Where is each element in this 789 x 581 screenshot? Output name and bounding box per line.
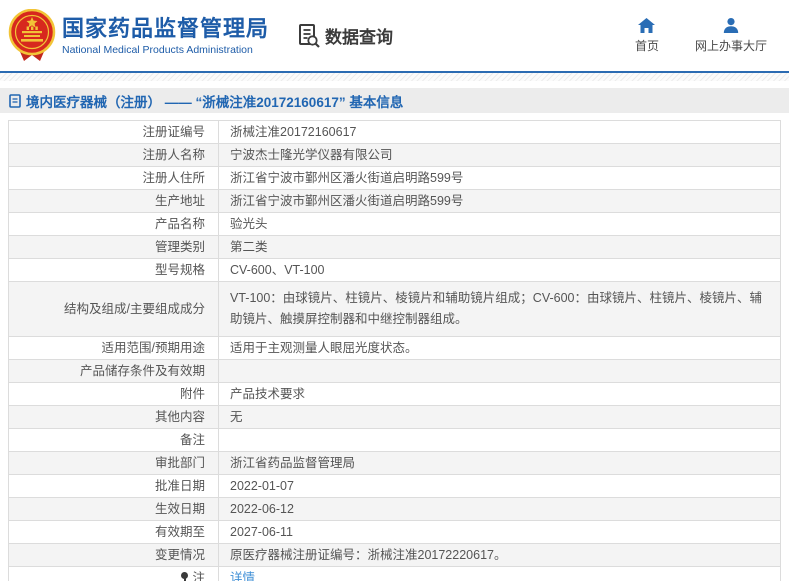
row-value: 宁波杰士隆光学仪器有限公司	[219, 144, 781, 167]
row-label: 附件	[9, 383, 219, 406]
home-icon	[638, 18, 655, 33]
national-emblem-icon	[8, 9, 56, 63]
row-label: 其他内容	[9, 406, 219, 429]
row-label: 型号规格	[9, 259, 219, 282]
site-title: 国家药品监督管理局	[62, 16, 269, 42]
table-row: 其他内容 无	[9, 406, 781, 429]
data-query-label: 数据查询	[325, 23, 393, 48]
table-row: 生效日期 2022-06-12	[9, 498, 781, 521]
table-row: 注册人住所 浙江省宁波市鄞州区潘火街道启明路599号	[9, 167, 781, 190]
page-title: 境内医疗器械（注册） —— “浙械注准20172160617” 基本信息	[26, 91, 403, 111]
row-value: 原医疗器械注册证编号：浙械注准20172220617。	[219, 544, 781, 567]
table-row: 注册人名称 宁波杰士隆光学仪器有限公司	[9, 144, 781, 167]
row-value: 浙江省宁波市鄞州区潘火街道启明路599号	[219, 190, 781, 213]
nav-item-home[interactable]: 首页	[625, 18, 669, 54]
data-query-section[interactable]: 数据查询	[297, 23, 393, 49]
row-value: 适用于主观测量人眼屈光度状态。	[219, 337, 781, 360]
row-value: 2027-06-11	[219, 521, 781, 544]
row-label: 产品储存条件及有效期	[9, 360, 219, 383]
registration-info-table: 注册证编号 浙械注准20172160617 注册人名称 宁波杰士隆光学仪器有限公…	[8, 120, 781, 581]
row-label: 批准日期	[9, 475, 219, 498]
table-row: 备注	[9, 429, 781, 452]
row-value: 产品技术要求	[219, 383, 781, 406]
row-label: 注册人住所	[9, 167, 219, 190]
site-header: 国家药品监督管理局 National Medical Products Admi…	[0, 0, 789, 73]
row-value: VT-100：由球镜片、柱镜片、棱镜片和辅助镜片组成；CV-600：由球镜片、柱…	[219, 282, 781, 337]
row-value: 浙江省宁波市鄞州区潘火街道启明路599号	[219, 167, 781, 190]
note-pin-icon	[181, 572, 189, 581]
row-value	[219, 360, 781, 383]
person-icon	[723, 18, 739, 33]
row-value: 详情	[219, 567, 781, 581]
table-row: 注册证编号 浙械注准20172160617	[9, 121, 781, 144]
document-search-icon	[297, 23, 321, 49]
table-row: 附件 产品技术要求	[9, 383, 781, 406]
header-hatch-band	[0, 73, 789, 81]
row-label: 结构及组成/主要组成成分	[9, 282, 219, 337]
breadcrumb: 境内医疗器械（注册） —— “浙械注准20172160617” 基本信息	[0, 88, 789, 113]
row-label: 生效日期	[9, 498, 219, 521]
row-value: 2022-01-07	[219, 475, 781, 498]
site-title-block: 国家药品监督管理局 National Medical Products Admi…	[62, 16, 269, 56]
table-row: 适用范围/预期用途 适用于主观测量人眼屈光度状态。	[9, 337, 781, 360]
row-label: 变更情况	[9, 544, 219, 567]
row-label: 生产地址	[9, 190, 219, 213]
row-value: 浙江省药品监督管理局	[219, 452, 781, 475]
row-label: 适用范围/预期用途	[9, 337, 219, 360]
table-row: 有效期至 2027-06-11	[9, 521, 781, 544]
nmpa-logo[interactable]: 国家药品监督管理局 National Medical Products Admi…	[8, 9, 269, 63]
row-value: 第二类	[219, 236, 781, 259]
table-row: 批准日期 2022-01-07	[9, 475, 781, 498]
row-label: 注册人名称	[9, 144, 219, 167]
row-value: 无	[219, 406, 781, 429]
table-row: 结构及组成/主要组成成分 VT-100：由球镜片、柱镜片、棱镜片和辅助镜片组成；…	[9, 282, 781, 337]
table-row: 产品名称 验光头	[9, 213, 781, 236]
nav-item-online-hall[interactable]: 网上办事大厅	[695, 18, 767, 54]
row-value: 2022-06-12	[219, 498, 781, 521]
row-label: 有效期至	[9, 521, 219, 544]
nav-item-label: 首页	[635, 37, 659, 54]
row-label: 注	[9, 567, 219, 581]
table-row: 型号规格 CV-600、VT-100	[9, 259, 781, 282]
table-row: 注 详情	[9, 567, 781, 581]
row-value: 浙械注准20172160617	[219, 121, 781, 144]
document-icon	[9, 94, 21, 108]
table-row: 产品储存条件及有效期	[9, 360, 781, 383]
note-detail-link[interactable]: 详情	[230, 571, 255, 581]
row-label: 产品名称	[9, 213, 219, 236]
table-row: 生产地址 浙江省宁波市鄞州区潘火街道启明路599号	[9, 190, 781, 213]
table-row: 变更情况 原医疗器械注册证编号：浙械注准20172220617。	[9, 544, 781, 567]
table-row: 审批部门 浙江省药品监督管理局	[9, 452, 781, 475]
row-label: 审批部门	[9, 452, 219, 475]
row-value: CV-600、VT-100	[219, 259, 781, 282]
row-label: 备注	[9, 429, 219, 452]
row-label: 注册证编号	[9, 121, 219, 144]
nav-item-label: 网上办事大厅	[695, 37, 767, 54]
table-row: 管理类别 第二类	[9, 236, 781, 259]
site-subtitle: National Medical Products Administration	[62, 44, 269, 56]
row-label: 管理类别	[9, 236, 219, 259]
row-value	[219, 429, 781, 452]
row-value: 验光头	[219, 213, 781, 236]
header-nav: 首页 网上办事大厅	[625, 18, 767, 54]
